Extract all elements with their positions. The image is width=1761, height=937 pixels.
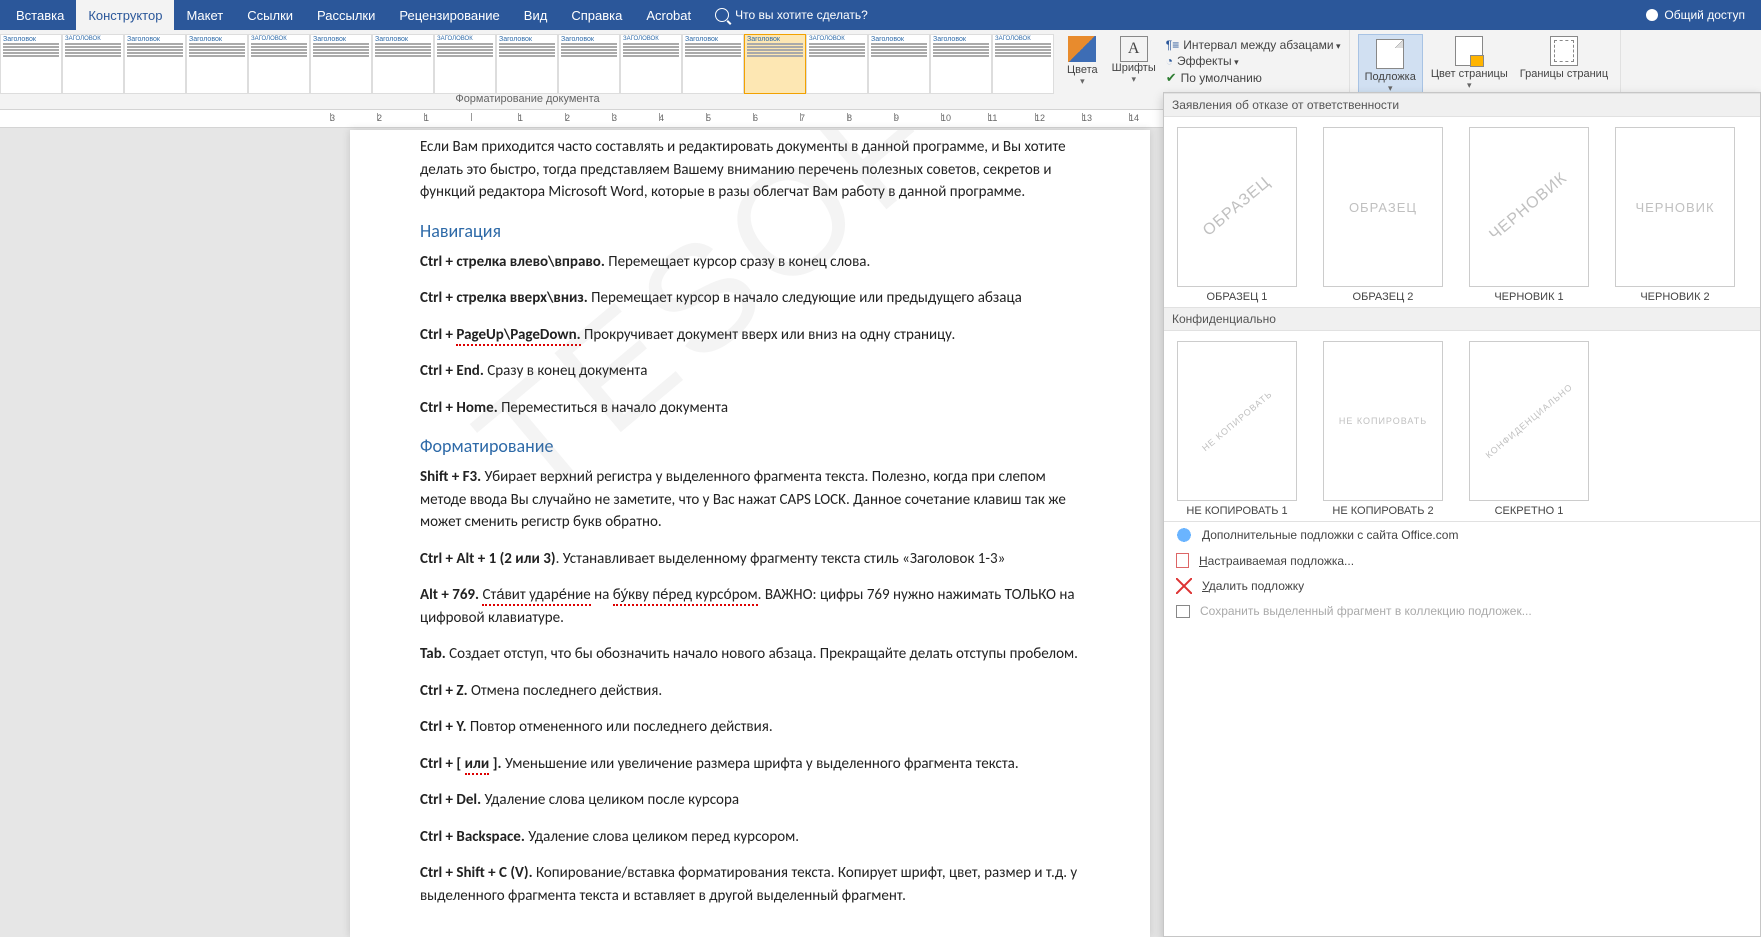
page-color-label: Цвет страницы xyxy=(1431,68,1508,80)
tab-view[interactable]: Вид xyxy=(512,0,560,30)
style-set-thumb[interactable]: Заголовок xyxy=(186,34,248,94)
watermark-gallery-item[interactable]: НЕ КОПИРОВАТЬНЕ КОПИРОВАТЬ 1 xyxy=(1172,341,1302,517)
wm-action-custom[interactable]: Настраиваемая подложка... xyxy=(1164,548,1760,573)
wm-action-office-label: Дополнительные подложки с сайта Office.c… xyxy=(1202,528,1458,542)
style-set-thumb[interactable]: ЗАГОЛОВОК xyxy=(248,34,310,94)
intro-paragraph[interactable]: Если Вам приходится часто составлять и р… xyxy=(420,136,1080,204)
watermark-caption: ЧЕРНОВИК 2 xyxy=(1640,291,1709,303)
watermark-gallery-item[interactable]: ОБРАЗЕЦОБРАЗЕЦ 2 xyxy=(1318,127,1448,303)
heading-formatting[interactable]: Форматирование xyxy=(420,433,1080,460)
document-page[interactable]: TESOFT Если Вам приходится часто составл… xyxy=(350,130,1150,937)
effects-label: Эффекты xyxy=(1177,54,1239,68)
page-borders-label: Границы страниц xyxy=(1520,68,1608,80)
page-color-button[interactable]: Цвет страницы xyxy=(1427,34,1512,93)
watermark-caption: НЕ КОПИРОВАТЬ 1 xyxy=(1186,505,1287,517)
person-icon xyxy=(1646,9,1658,21)
tab-layout[interactable]: Макет xyxy=(174,0,235,30)
style-set-thumb[interactable]: ЗАГОЛОВОК xyxy=(62,34,124,94)
watermark-button[interactable]: Подложка xyxy=(1358,34,1423,99)
style-set-thumb[interactable]: Заголовок xyxy=(930,34,992,94)
check-icon: ✔ xyxy=(1166,70,1177,86)
page-borders-icon xyxy=(1550,36,1578,66)
effects-button[interactable]: ◔Эффекты xyxy=(1166,54,1341,68)
share-label: Общий доступ xyxy=(1664,8,1745,22)
watermark-icon xyxy=(1376,39,1404,69)
colors-label: Цвета xyxy=(1067,64,1098,76)
watermark-gallery-item[interactable]: КОНФИДЕНЦИАЛЬНОСЕКРЕТНО 1 xyxy=(1464,341,1594,517)
tab-design[interactable]: Конструктор xyxy=(76,0,174,30)
document-icon xyxy=(1176,553,1189,568)
wm-action-save-label: Сохранить выделенный фрагмент в коллекци… xyxy=(1200,604,1532,618)
wm-section-disclaimer: Заявления об отказе от ответственности xyxy=(1164,93,1760,117)
document-styles-gallery[interactable]: ЗаголовокЗАГОЛОВОКЗаголовокЗаголовокЗАГО… xyxy=(0,30,1055,109)
watermark-gallery-item[interactable]: ЧЕРНОВИКЧЕРНОВИК 1 xyxy=(1464,127,1594,303)
style-set-thumb[interactable]: ЗАГОЛОВОК xyxy=(806,34,868,94)
style-set-thumb[interactable]: Заголовок xyxy=(310,34,372,94)
page-borders-button[interactable]: Границы страниц xyxy=(1516,34,1612,82)
wm-section-confidential: Конфиденциально xyxy=(1164,307,1760,331)
gallery-group-label: Форматирование документа xyxy=(0,93,1055,109)
watermark-gallery-item[interactable]: НЕ КОПИРОВАТЬНЕ КОПИРОВАТЬ 2 xyxy=(1318,341,1448,517)
watermark-gallery-item[interactable]: ОБРАЗЕЦОБРАЗЕЦ 1 xyxy=(1172,127,1302,303)
style-set-thumb[interactable]: Заголовок xyxy=(682,34,744,94)
default-label: По умолчанию xyxy=(1181,71,1262,85)
wm-grid-disclaimer: ОБРАЗЕЦОБРАЗЕЦ 1ОБРАЗЕЦОБРАЗЕЦ 2ЧЕРНОВИК… xyxy=(1164,117,1760,307)
style-set-thumb[interactable]: ЗАГОЛОВОК xyxy=(992,34,1054,94)
style-set-thumb[interactable]: Заголовок xyxy=(868,34,930,94)
watermark-gallery-panel: Заявления об отказе от ответственности О… xyxy=(1163,92,1761,937)
wm-action-office[interactable]: Дополнительные подложки с сайта Office.c… xyxy=(1164,522,1760,548)
paragraph-spacing-label: Интервал между абзацами xyxy=(1183,38,1340,52)
wm-grid-confidential: НЕ КОПИРОВАТЬНЕ КОПИРОВАТЬ 1НЕ КОПИРОВАТ… xyxy=(1164,331,1760,521)
style-set-thumb[interactable]: Заголовок xyxy=(0,34,62,94)
tab-references[interactable]: Ссылки xyxy=(235,0,305,30)
style-set-thumb[interactable]: Заголовок xyxy=(124,34,186,94)
watermark-caption: НЕ КОПИРОВАТЬ 2 xyxy=(1332,505,1433,517)
ribbon-tabs-bar: Вставка Конструктор Макет Ссылки Рассылк… xyxy=(0,0,1761,30)
set-as-default-button[interactable]: ✔ По умолчанию xyxy=(1166,70,1341,86)
heading-navigation[interactable]: Навигация xyxy=(420,218,1080,245)
watermark-caption: ЧЕРНОВИК 1 xyxy=(1494,291,1563,303)
document-body[interactable]: Если Вам приходится часто составлять и р… xyxy=(420,136,1080,907)
wm-actions: Дополнительные подложки с сайта Office.c… xyxy=(1164,521,1760,623)
share-button[interactable]: Общий доступ xyxy=(1634,0,1757,30)
tab-review[interactable]: Рецензирование xyxy=(387,0,511,30)
tab-insert[interactable]: Вставка xyxy=(4,0,76,30)
save-icon xyxy=(1176,605,1190,618)
watermark-gallery-item[interactable]: ЧЕРНОВИКЧЕРНОВИК 2 xyxy=(1610,127,1740,303)
watermark-caption: СЕКРЕТНО 1 xyxy=(1495,505,1564,517)
tab-mailings[interactable]: Рассылки xyxy=(305,0,387,30)
watermark-label: Подложка xyxy=(1365,71,1416,83)
delete-icon xyxy=(1176,578,1192,594)
tab-help[interactable]: Справка xyxy=(559,0,634,30)
watermark-caption: ОБРАЗЕЦ 1 xyxy=(1207,291,1268,303)
globe-icon xyxy=(1176,527,1192,543)
fonts-icon: А xyxy=(1120,36,1148,62)
fonts-label: Шрифты xyxy=(1112,62,1156,74)
style-set-thumb[interactable]: Заголовок xyxy=(558,34,620,94)
fonts-button[interactable]: АШрифты xyxy=(1108,34,1160,87)
watermark-caption: ОБРАЗЕЦ 2 xyxy=(1353,291,1414,303)
style-set-thumb[interactable]: Заголовок xyxy=(744,34,806,94)
lightbulb-icon xyxy=(715,8,729,22)
colors-button[interactable]: Цвета xyxy=(1063,34,1102,89)
style-set-thumb[interactable]: ЗАГОЛОВОК xyxy=(434,34,496,94)
colors-icon xyxy=(1068,36,1096,62)
wm-action-save: Сохранить выделенный фрагмент в коллекци… xyxy=(1164,599,1760,623)
tell-me-search[interactable]: Что вы хотите сделать? xyxy=(703,0,880,30)
wm-action-remove[interactable]: Удалить подложку xyxy=(1164,573,1760,599)
paragraph-spacing-button[interactable]: ¶≡Интервал между абзацами xyxy=(1166,38,1341,52)
style-set-thumb[interactable]: Заголовок xyxy=(496,34,558,94)
style-set-thumb[interactable]: Заголовок xyxy=(372,34,434,94)
tab-acrobat[interactable]: Acrobat xyxy=(634,0,703,30)
tell-me-label: Что вы хотите сделать? xyxy=(735,8,868,22)
style-set-thumb[interactable]: ЗАГОЛОВОК xyxy=(620,34,682,94)
page-color-icon xyxy=(1455,36,1483,66)
